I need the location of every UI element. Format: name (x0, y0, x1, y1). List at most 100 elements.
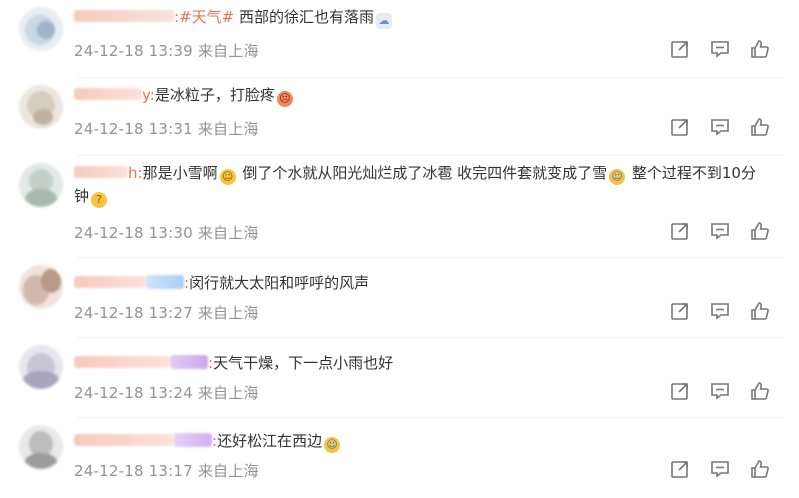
comment-icon (711, 303, 729, 320)
comment-text: y:是冰粒子，打脸疼 ☹ (74, 84, 759, 107)
comment-meta: 24-12-18 13:30 来自上海 (74, 222, 259, 243)
comment-actions (669, 220, 771, 242)
like-icon (751, 222, 769, 240)
share-icon (671, 41, 688, 58)
thinking-face-emoji: ? (91, 192, 108, 208)
angry-face-emoji: ☹ (276, 91, 293, 107)
share-button[interactable] (669, 300, 691, 322)
comment-icon (711, 223, 729, 240)
comment-meta: 24-12-18 13:17 来自上海 (74, 460, 259, 481)
avatar[interactable] (19, 345, 63, 389)
like-icon (751, 460, 769, 478)
avatar[interactable] (19, 7, 63, 51)
comment-body: 闵行就大太阳和呼呼的风声 (189, 274, 370, 292)
rain-cloud-emoji: ☁ (375, 13, 392, 29)
like-button[interactable] (749, 38, 771, 60)
topic-link[interactable]: #天气# (179, 8, 234, 26)
username-redacted[interactable] (74, 356, 170, 368)
comment-time: 24-12-18 13:27 (74, 304, 193, 322)
comment-item: :#天气# 西部的徐汇也有落雨 ☁ 24-12-18 13:39 来自上海 (0, 0, 799, 78)
reply-button[interactable] (709, 116, 731, 138)
like-button[interactable] (749, 458, 771, 480)
like-button[interactable] (749, 300, 771, 322)
comment-item: :天气干燥，下一点小雨也好 24-12-18 13:24 来自上海 (0, 338, 799, 418)
user-badge (146, 275, 184, 289)
share-button[interactable] (669, 116, 691, 138)
avatar[interactable] (19, 163, 63, 207)
username-redacted[interactable] (74, 10, 174, 22)
comment-text: :还好松江在西边 ☺ (74, 430, 759, 453)
comment-body: 是冰粒子，打脸疼 (154, 86, 275, 104)
comment-item: h:那是小雪啊 ☺ 倒了个水就从阳光灿烂成了冰雹 收完四件套就变成了雪 ☺ 整个过程… (0, 156, 799, 258)
share-icon (671, 461, 688, 478)
comment-item: :闵行就大太阳和呼呼的风声 24-12-18 13:27 来自上海 (0, 258, 799, 338)
comment-actions (669, 38, 771, 60)
share-button[interactable] (669, 38, 691, 60)
share-button[interactable] (669, 458, 691, 480)
avatar[interactable] (19, 425, 63, 469)
avatar[interactable] (19, 85, 63, 129)
username-redacted[interactable] (74, 166, 128, 178)
comment-meta: 24-12-18 13:39 来自上海 (74, 40, 259, 61)
comment-text: :天气干燥，下一点小雨也好 (74, 352, 759, 375)
comment-icon (711, 119, 729, 136)
comment-meta: 24-12-18 13:24 来自上海 (74, 382, 259, 403)
comment-icon (711, 461, 729, 478)
username-redacted[interactable] (74, 88, 142, 100)
share-icon (671, 223, 688, 240)
like-icon (751, 302, 769, 320)
comment-time: 24-12-18 13:17 (74, 462, 193, 480)
comment-location: 来自上海 (197, 304, 259, 322)
comment-actions (669, 380, 771, 402)
laughing-face-emoji: ☺ (219, 169, 236, 185)
crying-laughing-emoji: ☺ (324, 437, 341, 453)
comment-meta: 24-12-18 13:31 来自上海 (74, 118, 259, 139)
comment-text: h:那是小雪啊 ☺ 倒了个水就从阳光灿烂成了冰雹 收完四件套就变成了雪 ☺ 整个过程… (74, 162, 759, 208)
username-redacted[interactable] (74, 434, 174, 446)
comment-location: 来自上海 (197, 120, 259, 138)
comment-actions (669, 300, 771, 322)
comment-meta: 24-12-18 13:27 来自上海 (74, 302, 259, 323)
share-icon (671, 119, 688, 136)
comment-body: 还好松江在西边 (217, 432, 323, 450)
comment-icon (711, 41, 729, 58)
username-redacted[interactable] (74, 276, 146, 288)
reply-button[interactable] (709, 300, 731, 322)
comment-time: 24-12-18 13:30 (74, 224, 193, 242)
like-icon (751, 118, 769, 136)
reply-button[interactable] (709, 380, 731, 402)
comment-time: 24-12-18 13:31 (74, 120, 193, 138)
like-button[interactable] (749, 116, 771, 138)
comment-location: 来自上海 (197, 462, 259, 480)
reply-button[interactable] (709, 38, 731, 60)
comment-location: 来自上海 (197, 224, 259, 242)
comment-location: 来自上海 (197, 42, 259, 60)
comment-item: :还好松江在西边 ☺ 24-12-18 13:17 来自上海 (0, 418, 799, 498)
share-button[interactable] (669, 380, 691, 402)
avatar[interactable] (19, 265, 63, 309)
comment-icon (711, 383, 729, 400)
comment-time: 24-12-18 13:39 (74, 42, 193, 60)
like-icon (751, 40, 769, 58)
username-suffix: y: (142, 86, 155, 104)
crying-laughing-emoji: ☺ (609, 169, 626, 185)
share-button[interactable] (669, 220, 691, 242)
comment-body-a: 那是小雪啊 (142, 164, 218, 182)
username-suffix: h: (128, 164, 143, 182)
share-icon (671, 383, 688, 400)
comment-item: y:是冰粒子，打脸疼 ☹ 24-12-18 13:31 来自上海 (0, 78, 799, 156)
comment-actions (669, 116, 771, 138)
like-button[interactable] (749, 220, 771, 242)
comment-time: 24-12-18 13:24 (74, 384, 193, 402)
share-icon (671, 303, 688, 320)
comment-actions (669, 458, 771, 480)
like-button[interactable] (749, 380, 771, 402)
comment-body-b: 倒了个水就从阳光灿烂成了冰雹 收完四件套就变成了雪 (237, 164, 608, 182)
reply-button[interactable] (709, 220, 731, 242)
reply-button[interactable] (709, 458, 731, 480)
like-icon (751, 382, 769, 400)
comment-list: :#天气# 西部的徐汇也有落雨 ☁ 24-12-18 13:39 来自上海 y:是… (0, 0, 799, 498)
user-badge (174, 433, 212, 447)
comment-body: 天气干燥，下一点小雨也好 (213, 354, 394, 372)
comment-location: 来自上海 (197, 384, 259, 402)
